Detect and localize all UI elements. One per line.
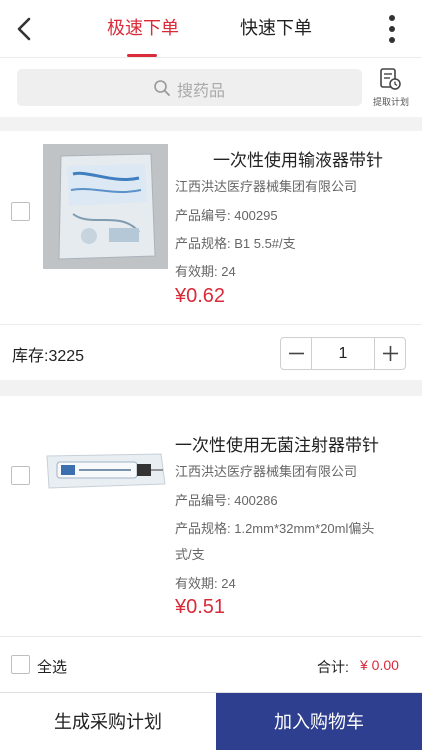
product-expiry: 有效期: 24 — [175, 264, 236, 279]
product-image — [43, 446, 168, 496]
product-price: ¥0.62 — [175, 285, 226, 307]
product-expiry: 有效期: 24 — [175, 576, 236, 591]
product-name[interactable]: 一次性使用无菌注射器带针 — [175, 431, 379, 456]
total-label: 合计: — [317, 659, 349, 675]
back-button[interactable] — [10, 12, 40, 46]
product-price: ¥0.51 — [175, 596, 226, 618]
tab-quick-order[interactable]: 快速下单 — [240, 14, 312, 40]
product-checkbox[interactable] — [11, 466, 30, 485]
section-divider — [0, 380, 422, 396]
product-card-2[interactable]: 一次性使用无菌注射器带针 江西洪达医疗器械集团有限公司 产品编号: 400286… — [0, 396, 422, 636]
active-tab-indicator — [127, 54, 157, 57]
plan-document-icon — [380, 68, 401, 90]
bottom-action-bar: 生成采购计划 加入购物车 — [0, 692, 422, 750]
generate-plan-button[interactable]: 生成采购计划 — [0, 693, 216, 750]
minus-icon — [289, 352, 304, 355]
product-image — [43, 144, 168, 269]
select-all-checkbox[interactable] — [11, 655, 30, 674]
increase-button[interactable] — [374, 338, 405, 369]
extract-plan-button[interactable]: 提取计划 — [365, 67, 417, 111]
search-placeholder: 搜药品 — [177, 83, 226, 100]
section-divider — [0, 117, 422, 131]
chevron-left-icon — [17, 17, 31, 41]
total-value: ¥ 0.00 — [360, 657, 399, 673]
product-code: 产品编号: 400286 — [175, 493, 278, 508]
quantity-stepper: 1 — [280, 337, 406, 370]
stock-count: 库存:3225 — [12, 348, 85, 365]
product-spec: 产品规格: 1.2mm*32mm*20ml偏头 — [175, 521, 375, 536]
search-row: 搜药品 提取计划 — [0, 59, 422, 117]
product-manufacturer: 江西洪达医疗器械集团有限公司 — [175, 464, 358, 479]
product-code: 产品编号: 400295 — [175, 208, 278, 223]
product-checkbox[interactable] — [11, 202, 30, 221]
tab-express-order[interactable]: 极速下单 — [107, 14, 179, 40]
extract-plan-label: 提取计划 — [372, 97, 409, 107]
product-name[interactable]: 一次性使用输液器带针 — [213, 146, 383, 171]
top-bar: 极速下单 快速下单 — [0, 0, 422, 58]
product-spec-continued: 式/支 — [175, 547, 205, 562]
add-to-cart-button[interactable]: 加入购物车 — [216, 693, 422, 750]
product-spec: 产品规格: B1 5.5#/支 — [175, 236, 296, 251]
decrease-button[interactable] — [281, 338, 312, 369]
more-vertical-icon — [389, 15, 395, 21]
more-button[interactable] — [380, 12, 404, 46]
stock-row: 库存:3225 1 — [0, 324, 422, 380]
search-input[interactable]: 搜药品 — [17, 69, 362, 106]
product-card-1[interactable]: 一次性使用输液器带针 江西洪达医疗器械集团有限公司 产品编号: 400295 产… — [0, 131, 422, 324]
search-icon — [154, 80, 170, 96]
product-manufacturer: 江西洪达医疗器械集团有限公司 — [175, 179, 358, 194]
quantity-input[interactable]: 1 — [312, 338, 374, 369]
select-all-label[interactable]: 全选 — [37, 656, 67, 677]
plus-icon — [383, 346, 398, 361]
select-all-row: 全选 合计: ¥ 0.00 — [0, 636, 422, 692]
